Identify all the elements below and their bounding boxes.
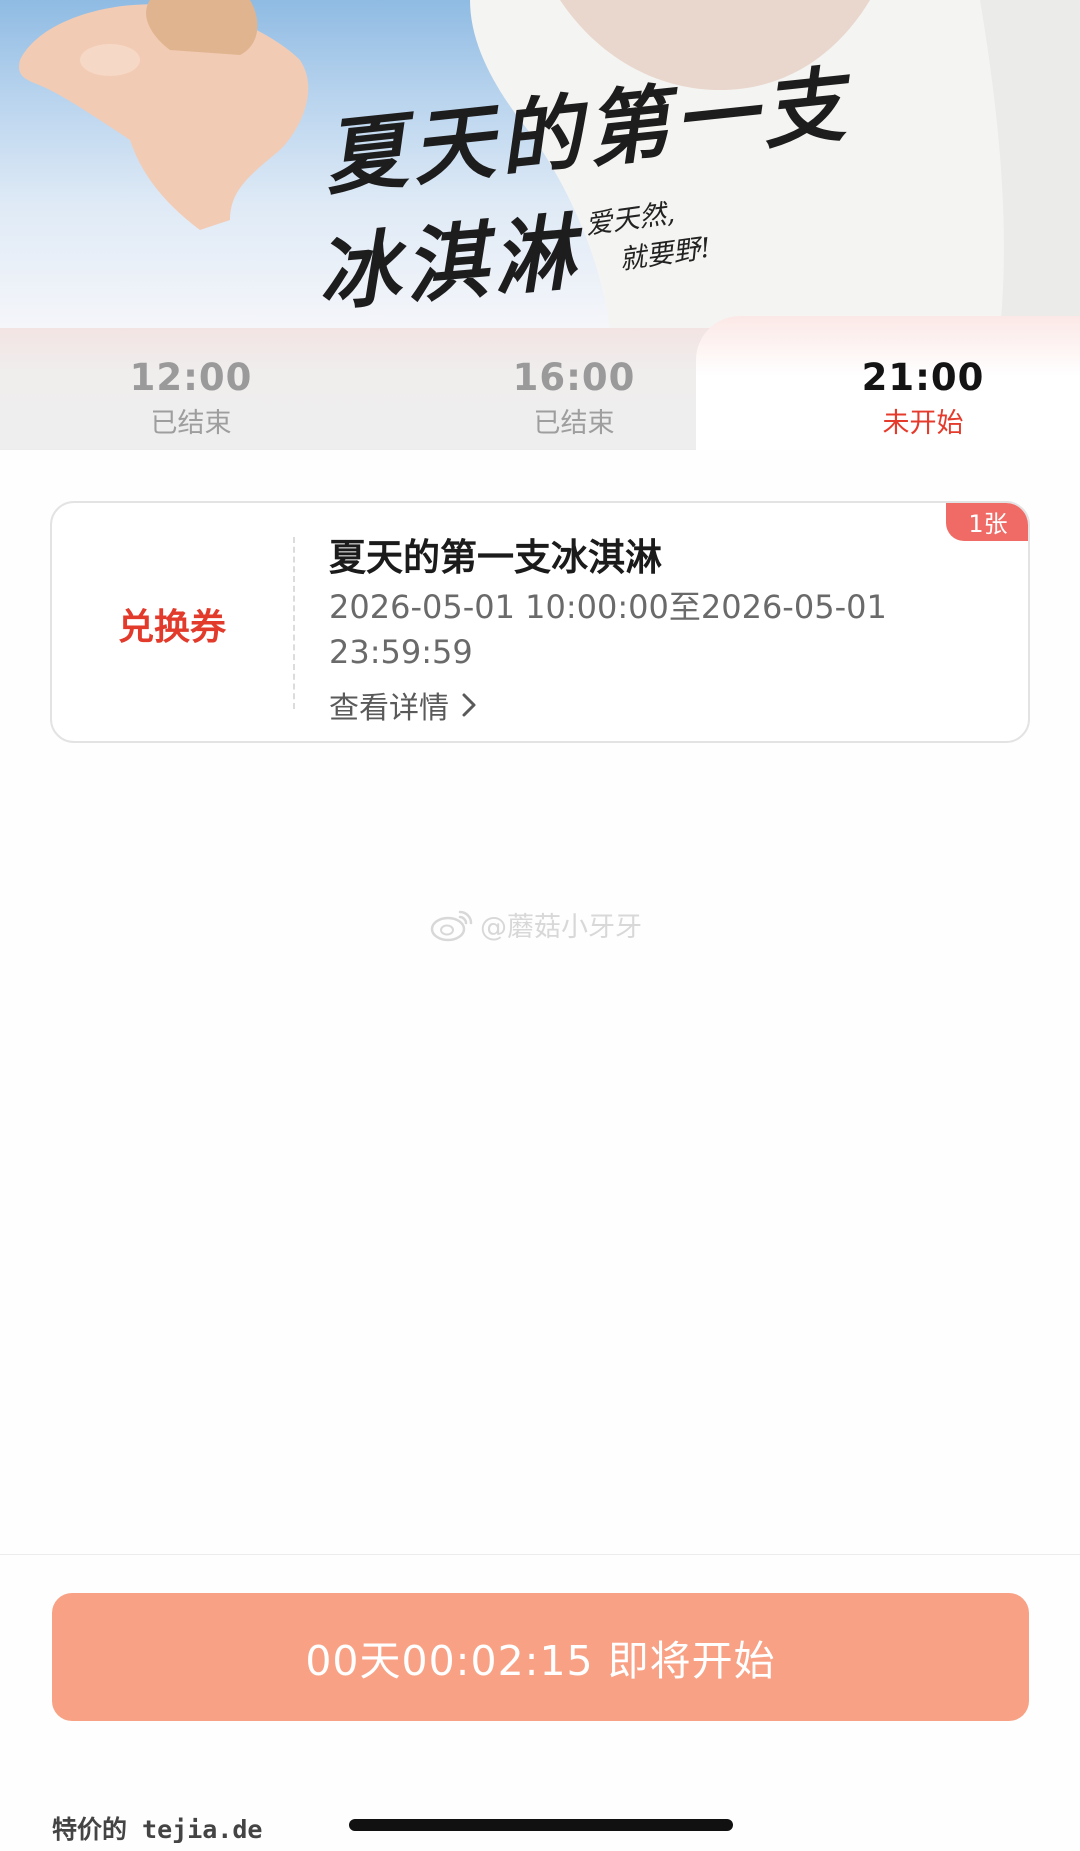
bottom-bar: 00天00:02:15 即将开始 特价的 tejia.de bbox=[0, 1554, 1080, 1851]
tab-1200[interactable]: 12:00 已结束 bbox=[81, 356, 301, 440]
tab-time: 16:00 bbox=[512, 356, 636, 399]
coupon-divider bbox=[293, 537, 295, 709]
coupon-count-badge: 1张 bbox=[946, 503, 1028, 541]
weibo-icon bbox=[430, 910, 473, 941]
page: 夏天的第一支 冰淇淋 爱天然, 就要野! 12:00 已结束 16:00 已结束… bbox=[0, 0, 1080, 1851]
tab-time: 21:00 bbox=[861, 356, 985, 399]
banner-headline-line2: 冰淇淋 bbox=[313, 204, 585, 324]
weibo-watermark: @蘑菇小牙牙 bbox=[430, 905, 642, 944]
view-details-label: 查看详情 bbox=[329, 691, 449, 726]
promo-banner: 夏天的第一支 冰淇淋 爱天然, 就要野! bbox=[0, 0, 1080, 330]
view-details-link[interactable]: 查看详情 bbox=[329, 683, 477, 727]
tab-state: 已结束 bbox=[533, 408, 615, 439]
session-tabs: 12:00 已结束 16:00 已结束 21:00 未开始 bbox=[0, 316, 1080, 450]
tab-1600[interactable]: 16:00 已结束 bbox=[464, 356, 684, 440]
chevron-right-icon bbox=[462, 693, 476, 717]
tab-state: 未开始 bbox=[882, 408, 964, 439]
coupon-type-label: 兑换券 bbox=[117, 607, 226, 648]
coupon-valid-period: 2026-05-01 10:00:00至2026-05-01 23:59:59 bbox=[329, 588, 887, 671]
tab-time: 12:00 bbox=[129, 356, 253, 399]
site-watermark: 特价的 tejia.de bbox=[52, 1815, 263, 1844]
countdown-button[interactable]: 00天00:02:15 即将开始 bbox=[52, 1593, 1029, 1721]
home-indicator[interactable] bbox=[349, 1819, 733, 1831]
tab-state: 已结束 bbox=[150, 408, 232, 439]
tab-2100[interactable]: 21:00 未开始 bbox=[813, 356, 1033, 440]
coupon-title: 夏天的第一支冰淇淋 bbox=[329, 536, 662, 579]
coupon-card[interactable]: 兑换券 夏天的第一支冰淇淋 2026-05-01 10:00:00至2026-0… bbox=[50, 501, 1030, 743]
watermark-text: @蘑菇小牙牙 bbox=[480, 912, 642, 943]
